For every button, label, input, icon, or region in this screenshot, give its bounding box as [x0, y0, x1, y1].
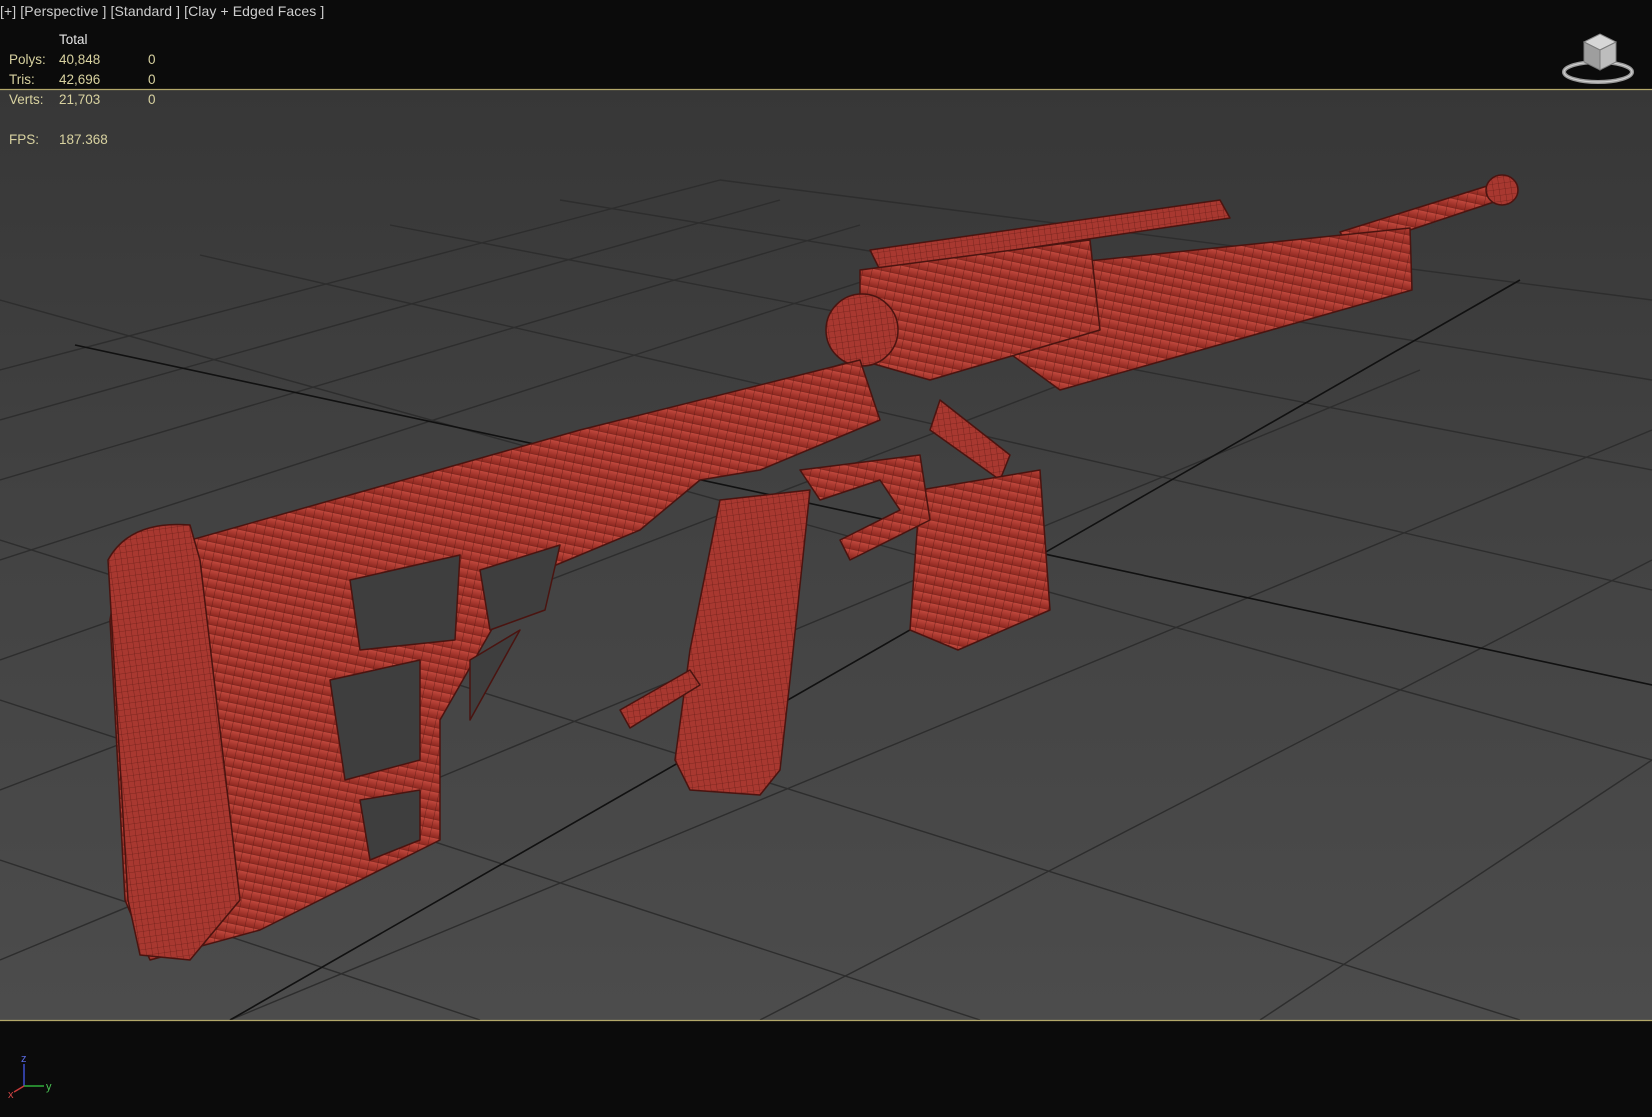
stats-value: 21,703: [59, 92, 101, 107]
bolt-knob: [825, 293, 899, 367]
fps-key: FPS:: [9, 132, 40, 147]
axis-tripod-icon: z y x: [8, 1053, 52, 1101]
stats-selected: 0: [148, 52, 156, 67]
stats-key: Tris:: [9, 72, 35, 87]
perspective-viewport[interactable]: [+] [Perspective ] [Standard ] [Clay + E…: [0, 0, 1652, 1117]
stats-key: Verts:: [9, 92, 44, 107]
stats-selected: 0: [148, 92, 156, 107]
axis-label-x: x: [8, 1089, 14, 1101]
scene-render[interactable]: [0, 0, 1652, 1117]
viewcube-icon[interactable]: [1560, 28, 1638, 86]
viewport-menu-plus[interactable]: [+]: [0, 3, 16, 19]
axis-label-z: z: [21, 1053, 27, 1065]
fps-value: 187.368: [59, 132, 108, 147]
viewport-display-label[interactable]: [Clay + Edged Faces ]: [184, 3, 324, 19]
muzzle: [1485, 174, 1519, 206]
viewport-shading-label[interactable]: [Standard ]: [110, 3, 180, 19]
stats-value: 42,696: [59, 72, 101, 87]
stats-value: 40,848: [59, 52, 101, 67]
axis-label-y: y: [46, 1081, 52, 1093]
viewport-label[interactable]: [+] [Perspective ] [Standard ] [Clay + E…: [0, 3, 324, 19]
viewport-view-label[interactable]: [Perspective ]: [20, 3, 106, 19]
stats-selected: 0: [148, 72, 156, 87]
stats-header-total: Total: [59, 32, 88, 47]
stats-key: Polys:: [9, 52, 46, 67]
